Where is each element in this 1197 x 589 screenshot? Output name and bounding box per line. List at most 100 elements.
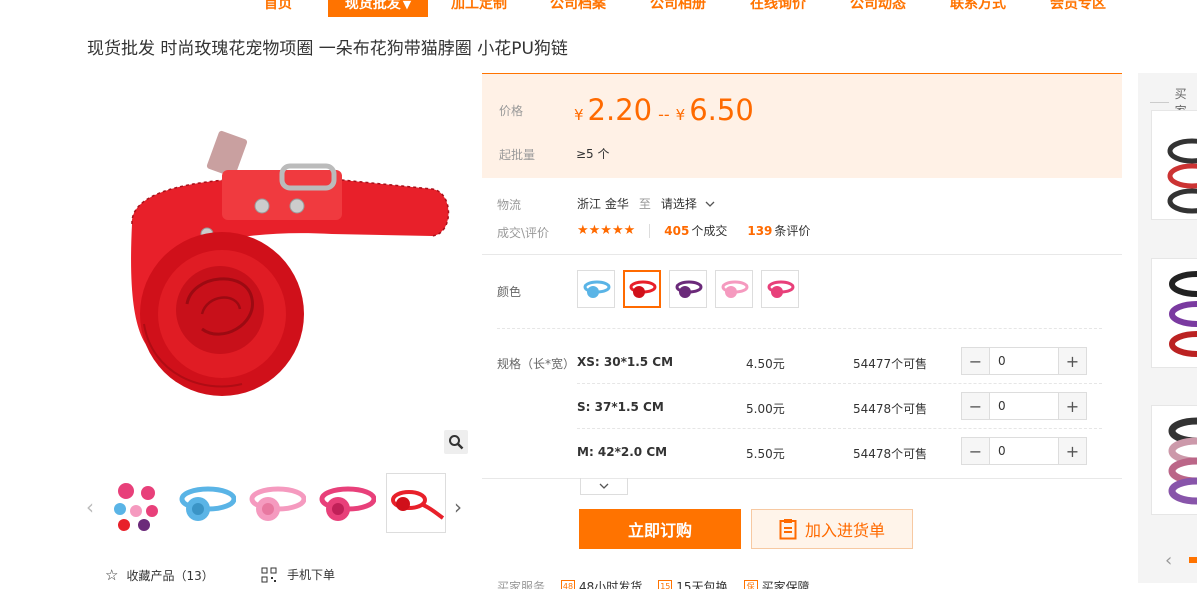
- color-swatch-red[interactable]: [623, 270, 661, 308]
- spec-name: XS: 30*1.5 CM: [577, 355, 674, 369]
- divider: [482, 254, 1122, 255]
- quantity-stepper: − 0 +: [961, 437, 1087, 465]
- plus-button[interactable]: +: [1059, 393, 1086, 419]
- thumbnail-4[interactable]: [316, 473, 377, 533]
- service-item-label: 15天包换: [676, 580, 728, 589]
- thumbnail-image: [319, 486, 377, 521]
- quantity-stepper: − 0 +: [961, 392, 1087, 420]
- thumb-prev-arrow-icon[interactable]: ‹: [86, 495, 94, 519]
- price-min: 2.20: [587, 93, 653, 127]
- spec-name: M: 42*2.0 CM: [577, 445, 668, 459]
- plus-button[interactable]: +: [1059, 348, 1086, 374]
- deals-label: 成交\评价: [497, 226, 550, 240]
- exchange-icon: 15: [658, 580, 673, 589]
- chevron-left-icon[interactable]: ‹: [1165, 550, 1172, 571]
- thumbnail-5[interactable]: [386, 473, 446, 533]
- thumbnail-1[interactable]: [106, 473, 166, 533]
- nav-album[interactable]: 公司相册: [630, 0, 726, 17]
- guarantee-icon: 保: [743, 580, 758, 589]
- divider: [497, 328, 1102, 329]
- review-count[interactable]: 139: [747, 224, 772, 238]
- deal-suffix: 个成交: [691, 224, 728, 238]
- star-outline-icon: ☆: [105, 566, 119, 584]
- thumbnail-3[interactable]: [246, 473, 307, 533]
- price-label: 价格: [499, 104, 524, 118]
- color-swatch-rose[interactable]: [761, 270, 799, 308]
- buy-now-button[interactable]: 立即订购: [579, 509, 741, 549]
- thumb-next-arrow-icon[interactable]: ›: [454, 495, 462, 519]
- chevron-down-icon: ▼: [402, 0, 412, 11]
- rating-row: ★★★★★ 405 个成交 139 条评价: [577, 222, 810, 239]
- recommend-item[interactable]: [1151, 405, 1197, 515]
- destination-select[interactable]: 请选择: [661, 195, 715, 212]
- currency-symbol: ¥: [675, 106, 686, 124]
- deal-count[interactable]: 405: [664, 224, 689, 238]
- nav-contact[interactable]: 联系方式: [930, 0, 1026, 17]
- favorite-label: 收藏产品（13）: [126, 568, 214, 583]
- currency-symbol: ¥: [574, 106, 584, 124]
- divider: [577, 383, 1102, 384]
- service-label: 买家服务: [497, 580, 546, 589]
- collar-thumb: [583, 280, 611, 298]
- recommend-item[interactable]: [1151, 258, 1197, 368]
- quantity-input[interactable]: 0: [989, 348, 1059, 374]
- carousel-indicator[interactable]: [1189, 557, 1197, 563]
- recommend-item[interactable]: [1151, 110, 1197, 220]
- buyer-service: 买家服务 48 48小时发货 15 15天包换 保买家保障: [497, 578, 810, 589]
- service-item[interactable]: 保买家保障: [743, 578, 810, 589]
- expand-specs-button[interactable]: [580, 478, 628, 495]
- nav-member[interactable]: 会员专区: [1030, 0, 1126, 17]
- mobile-order[interactable]: 手机下单: [261, 566, 335, 583]
- qr-code-icon: [261, 567, 277, 582]
- service-item[interactable]: 48 48小时发货: [561, 578, 642, 589]
- ship-to-word: 至: [638, 197, 651, 211]
- product-title: 现货批发 时尚玫瑰花宠物项圈 一朵布花狗带猫脖圈 小花PU狗链: [87, 39, 568, 59]
- nav-custom[interactable]: 加工定制: [432, 0, 526, 17]
- service-item-label: 48小时发货: [579, 580, 643, 589]
- nav-news[interactable]: 公司动态: [830, 0, 926, 17]
- collar-thumb: [767, 280, 795, 298]
- thumbnail-image: [391, 490, 445, 520]
- recommend-image: [1167, 138, 1197, 214]
- thumbnail-strip: ‹ ›: [82, 473, 478, 535]
- color-swatch-blue[interactable]: [577, 270, 615, 308]
- service-item[interactable]: 15 15天包换: [658, 578, 728, 589]
- buy-now-label: 立即订购: [627, 521, 692, 540]
- favorite-product[interactable]: ☆ 收藏产品（13）: [105, 566, 214, 584]
- rating-stars: ★★★★★: [577, 223, 636, 238]
- thumbnail-image: [114, 483, 158, 531]
- recommend-image: [1168, 417, 1197, 505]
- magnifier-icon: [449, 435, 464, 450]
- minus-button[interactable]: −: [962, 438, 989, 464]
- quantity-input[interactable]: 0: [989, 393, 1059, 419]
- mobile-order-label: 手机下单: [287, 568, 336, 582]
- nav-home[interactable]: 首页: [246, 0, 310, 17]
- nav-inquiry[interactable]: 在线询价: [730, 0, 826, 17]
- minus-button[interactable]: −: [962, 393, 989, 419]
- quantity-input[interactable]: 0: [989, 438, 1059, 464]
- logistics-label: 物流: [497, 198, 522, 212]
- zoom-button[interactable]: [444, 430, 468, 454]
- fast-ship-icon: 48: [561, 580, 576, 589]
- product-main-image[interactable]: [82, 74, 470, 456]
- spec-stock: 54478个可售: [853, 402, 928, 416]
- divider: [577, 428, 1102, 429]
- spec-stock: 54477个可售: [853, 357, 928, 371]
- price-separator: --: [658, 105, 670, 124]
- spec-price: 5.50元: [746, 447, 785, 461]
- top-nav: 首页 现货批发 ▼ 加工定制 公司档案 公司相册 在线询价 公司动态 联系方式 会…: [0, 0, 1197, 17]
- color-swatch-purple[interactable]: [669, 270, 707, 308]
- price-max: 6.50: [689, 93, 754, 127]
- minus-button[interactable]: −: [962, 348, 989, 374]
- thumbnail-image: [249, 486, 307, 521]
- thumbnail-image: [179, 486, 237, 521]
- add-to-cart-label: 加入进货单: [804, 521, 885, 540]
- nav-wholesale[interactable]: 现货批发 ▼: [328, 0, 428, 17]
- thumbnail-2[interactable]: [176, 473, 237, 533]
- price-range: ¥ 2.20 -- ¥ 6.50: [574, 93, 754, 127]
- plus-button[interactable]: +: [1059, 438, 1086, 464]
- color-swatch-pink[interactable]: [715, 270, 753, 308]
- review-suffix: 条评价: [774, 224, 811, 238]
- nav-profile[interactable]: 公司档案: [530, 0, 626, 17]
- add-to-cart-button[interactable]: 加入进货单: [751, 509, 913, 549]
